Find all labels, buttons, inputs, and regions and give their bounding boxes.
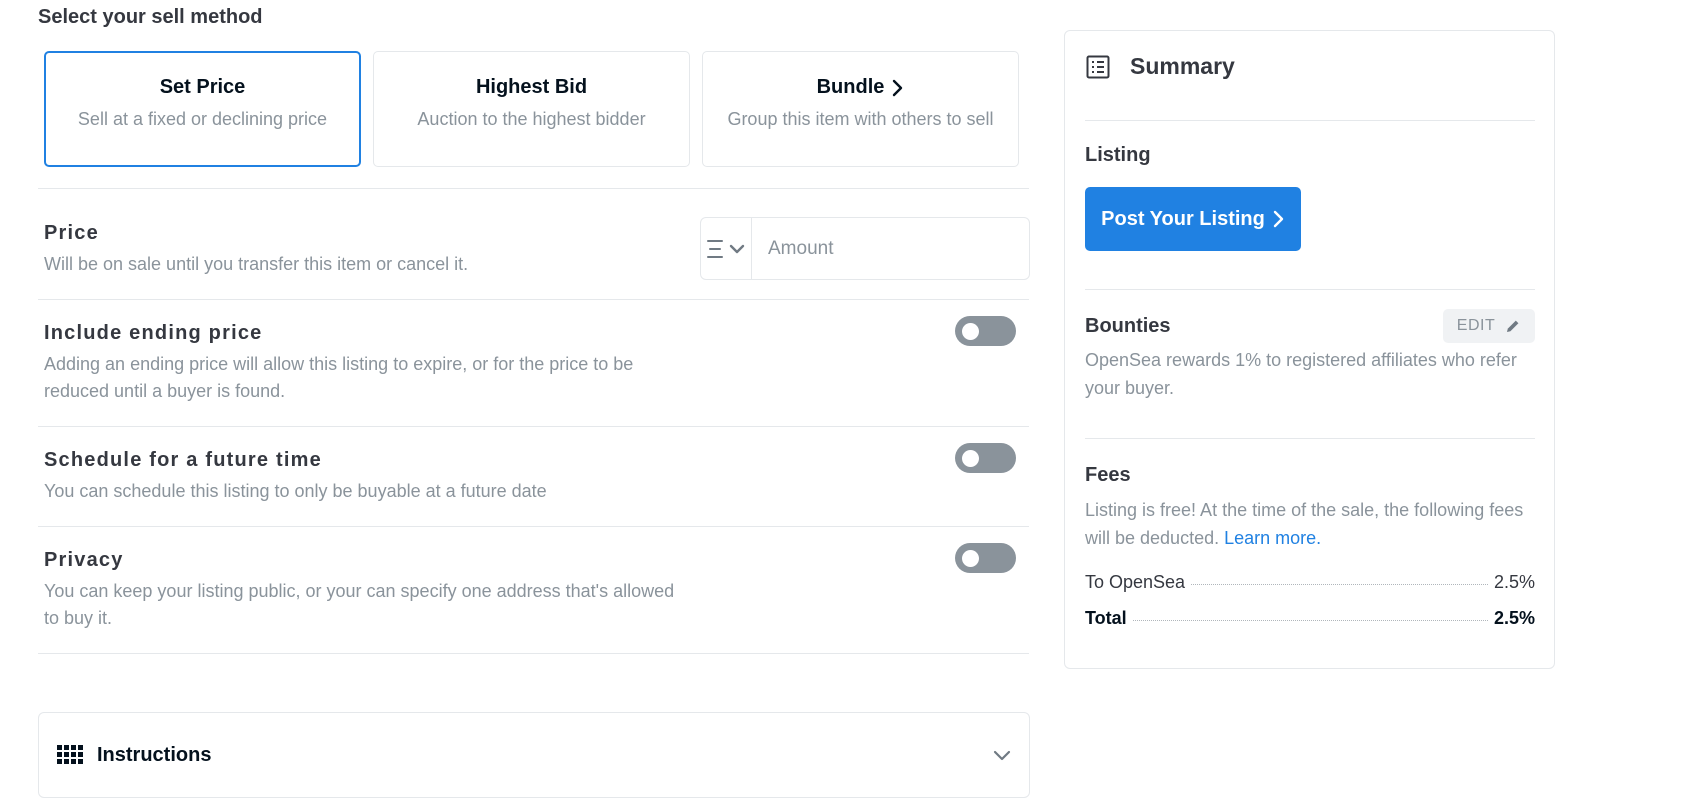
fee-total-label: Total: [1085, 608, 1127, 628]
ending-price-title: Include ending price: [44, 322, 263, 344]
fees-label: Fees: [1085, 464, 1131, 486]
chevron-right-icon: [893, 79, 903, 96]
privacy-description: You can keep your listing public, or you…: [44, 581, 675, 628]
sell-method-subtitle: Sell at a fixed or declining price: [77, 109, 328, 129]
divider: [1085, 289, 1535, 290]
toggle-knob: [962, 323, 979, 340]
currency-selector[interactable]: [701, 218, 752, 279]
sell-method-subtitle: Auction to the highest bidder: [417, 109, 646, 129]
sell-method-title: Select your sell method: [38, 6, 263, 28]
fee-total-value: 2.5%: [1493, 608, 1535, 628]
divider: [1085, 438, 1535, 439]
instructions-label: Instructions: [97, 743, 212, 766]
listing-label: Listing: [1085, 144, 1151, 166]
sell-method-label: Highest Bid: [475, 76, 588, 98]
learn-more-link[interactable]: Learn more.: [1224, 528, 1321, 548]
edit-bounties-button[interactable]: EDIT: [1443, 309, 1535, 343]
schedule-description: You can schedule this listing to only be…: [44, 481, 547, 501]
summary-title: Summary: [1130, 53, 1235, 79]
fees-text-block: Listing is free! At the time of the sale…: [1085, 496, 1535, 552]
grid-icon: [57, 745, 83, 764]
edit-label: EDIT: [1456, 317, 1496, 334]
pencil-icon: [1507, 320, 1519, 332]
schedule-toggle[interactable]: [955, 443, 1016, 473]
eth-icon: [707, 239, 723, 258]
divider: [1085, 120, 1535, 121]
price-title: Price: [44, 222, 99, 244]
ending-price-toggle[interactable]: [955, 316, 1016, 346]
divider: [38, 526, 1029, 527]
divider: [38, 188, 1029, 189]
amount-input[interactable]: [752, 218, 1029, 279]
bounties-text: OpenSea rewards 1% to registered affilia…: [1085, 350, 1517, 398]
privacy-title: Privacy: [44, 549, 124, 571]
privacy-toggle[interactable]: [955, 543, 1016, 573]
toggle-knob: [962, 550, 979, 567]
divider: [38, 653, 1029, 654]
schedule-title: Schedule for a future time: [44, 449, 322, 471]
price-description: Will be on sale until you transfer this …: [44, 254, 469, 274]
price-input-group: [700, 217, 1030, 280]
sell-method-label: Bundle: [816, 76, 885, 98]
chevron-right-icon: [1273, 210, 1284, 228]
chevron-down-icon: [993, 750, 1011, 761]
fee-value: 2.5%: [1493, 572, 1535, 592]
sell-method-subtitle: Group this item with others to sell: [727, 109, 994, 129]
sell-method-bundle[interactable]: Bundle Group this item with others to se…: [702, 51, 1019, 167]
divider: [38, 426, 1029, 427]
sell-method-set-price[interactable]: Set Price Sell at a fixed or declining p…: [44, 51, 361, 167]
sell-method-label: Set Price: [159, 76, 246, 98]
sell-method-highest-bid[interactable]: Highest Bid Auction to the highest bidde…: [373, 51, 690, 167]
fee-dots: [1191, 583, 1488, 585]
ending-price-description: Adding an ending price will allow this l…: [44, 354, 634, 401]
bounties-label: Bounties: [1085, 315, 1171, 337]
post-listing-button[interactable]: Post Your Listing: [1085, 187, 1301, 251]
post-listing-label: Post Your Listing: [1101, 207, 1265, 230]
fee-total-row: Total 2.5%: [1085, 608, 1535, 629]
toggle-knob: [962, 450, 979, 467]
instructions-accordion[interactable]: Instructions: [38, 712, 1030, 798]
summary-panel: Summary Listing Post Your Listing Bounti…: [1064, 30, 1555, 669]
divider: [38, 299, 1029, 300]
fee-label: To OpenSea: [1085, 572, 1186, 592]
list-icon: [1086, 55, 1110, 78]
fee-dots: [1132, 619, 1488, 621]
chevron-down-icon: [729, 244, 745, 253]
fee-row: To OpenSea 2.5%: [1085, 572, 1535, 593]
